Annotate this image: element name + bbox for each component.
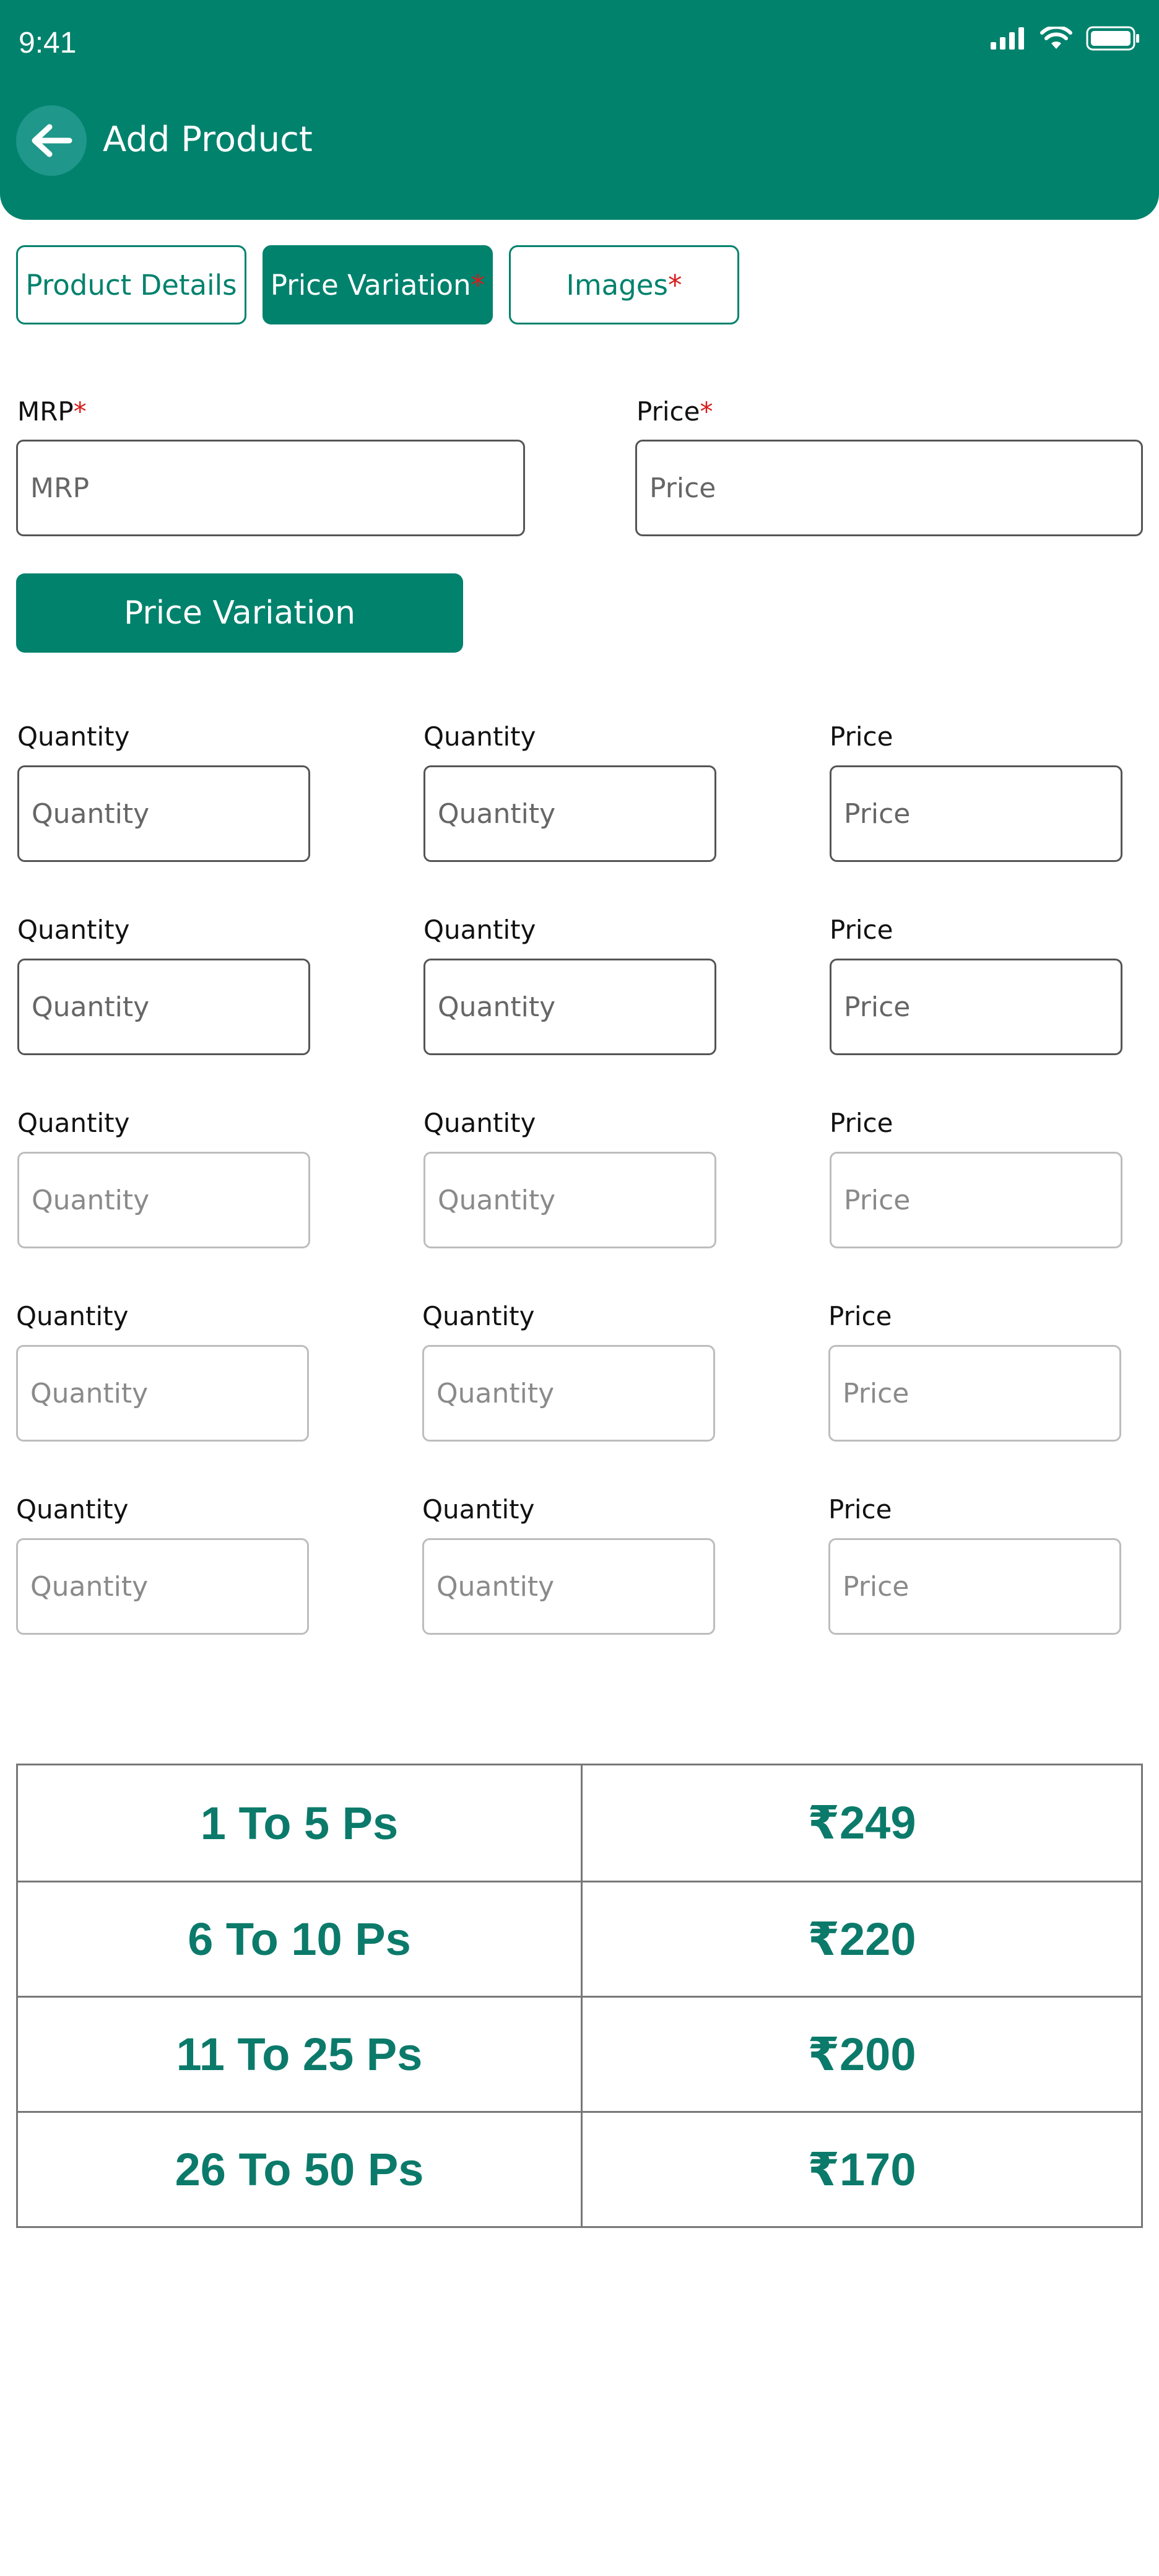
variation-price-input[interactable] <box>830 1152 1122 1248</box>
variation-price-label: Price <box>828 1494 892 1525</box>
wifi-icon <box>1040 27 1072 49</box>
quantity-from-input[interactable] <box>17 765 310 862</box>
page-title: Add Product <box>103 120 313 160</box>
price-cell: ₹249 <box>807 1797 916 1848</box>
quantity-to-label: Quantity <box>423 915 536 945</box>
price-input[interactable] <box>635 440 1143 536</box>
quantity-range-cell: 1 To 5 Ps <box>18 1765 583 1881</box>
required-mark: * <box>471 268 485 302</box>
tab-label: Product Details <box>25 268 237 302</box>
quantity-to-input[interactable] <box>422 1345 715 1442</box>
variation-price-input[interactable] <box>830 959 1122 1055</box>
price-cell: ₹200 <box>807 2028 916 2080</box>
quantity-from-label: Quantity <box>17 915 130 945</box>
quantity-from-label: Quantity <box>16 1494 129 1525</box>
signal-icon <box>991 27 1024 50</box>
quantity-from-input[interactable] <box>17 959 310 1055</box>
quantity-to-input[interactable] <box>422 1538 715 1635</box>
tab-product-details[interactable]: Product Details <box>16 245 246 324</box>
quantity-to-label: Quantity <box>422 1301 535 1331</box>
price-variation-table: 1 To 5 Ps ₹249 6 To 10 Ps ₹220 11 To 25 … <box>16 1764 1143 2228</box>
price-label-text: Price <box>636 396 700 427</box>
quantity-from-input[interactable] <box>16 1345 309 1442</box>
mrp-label: MRP* <box>17 396 87 427</box>
price-cell: ₹170 <box>807 2143 916 2195</box>
quantity-range-cell: 26 To 50 Ps <box>18 2113 583 2226</box>
table-row: 11 To 25 Ps ₹200 <box>18 1996 1141 2111</box>
quantity-range-cell: 11 To 25 Ps <box>18 1998 583 2111</box>
variation-price-label: Price <box>828 1301 892 1331</box>
required-mark: * <box>667 268 682 302</box>
variation-price-input[interactable] <box>828 1345 1121 1442</box>
quantity-to-label: Quantity <box>422 1494 535 1525</box>
quantity-from-label: Quantity <box>16 1301 129 1331</box>
variation-price-label: Price <box>830 915 893 945</box>
variation-price-label: Price <box>830 721 893 752</box>
tab-label: Price Variation <box>270 268 471 302</box>
arrow-left-icon <box>32 124 72 157</box>
quantity-to-input[interactable] <box>423 1152 716 1248</box>
required-mark: * <box>73 396 87 427</box>
quantity-to-label: Quantity <box>423 721 536 752</box>
quantity-to-input[interactable] <box>423 959 716 1055</box>
tab-price-variation[interactable]: Price Variation * <box>263 245 493 324</box>
price-label: Price* <box>636 396 713 427</box>
table-row: 6 To 10 Ps ₹220 <box>18 1881 1141 1996</box>
quantity-to-input[interactable] <box>423 765 716 862</box>
app-header: 9:41 Add Product <box>0 0 1159 220</box>
quantity-from-label: Quantity <box>17 721 130 752</box>
price-variation-button[interactable]: Price Variation <box>16 573 463 653</box>
variation-price-input[interactable] <box>828 1538 1121 1635</box>
quantity-from-input[interactable] <box>16 1538 309 1635</box>
variation-price-label: Price <box>830 1108 893 1138</box>
back-button[interactable] <box>16 105 87 176</box>
status-icons <box>991 26 1140 51</box>
mrp-input[interactable] <box>16 440 525 536</box>
price-cell: ₹220 <box>807 1913 916 1965</box>
tab-images[interactable]: Images * <box>509 245 739 324</box>
quantity-from-input[interactable] <box>17 1152 310 1248</box>
quantity-to-label: Quantity <box>423 1108 536 1138</box>
mrp-label-text: MRP <box>17 396 74 427</box>
quantity-from-label: Quantity <box>17 1108 130 1138</box>
status-time: 9:41 <box>19 27 77 59</box>
table-row: 26 To 50 Ps ₹170 <box>18 2111 1141 2226</box>
quantity-range-cell: 6 To 10 Ps <box>18 1882 583 1996</box>
required-mark: * <box>700 396 713 427</box>
battery-icon <box>1086 26 1139 51</box>
variation-price-input[interactable] <box>830 765 1122 862</box>
tab-label: Images <box>566 268 668 302</box>
table-row: 1 To 5 Ps ₹249 <box>18 1765 1141 1881</box>
